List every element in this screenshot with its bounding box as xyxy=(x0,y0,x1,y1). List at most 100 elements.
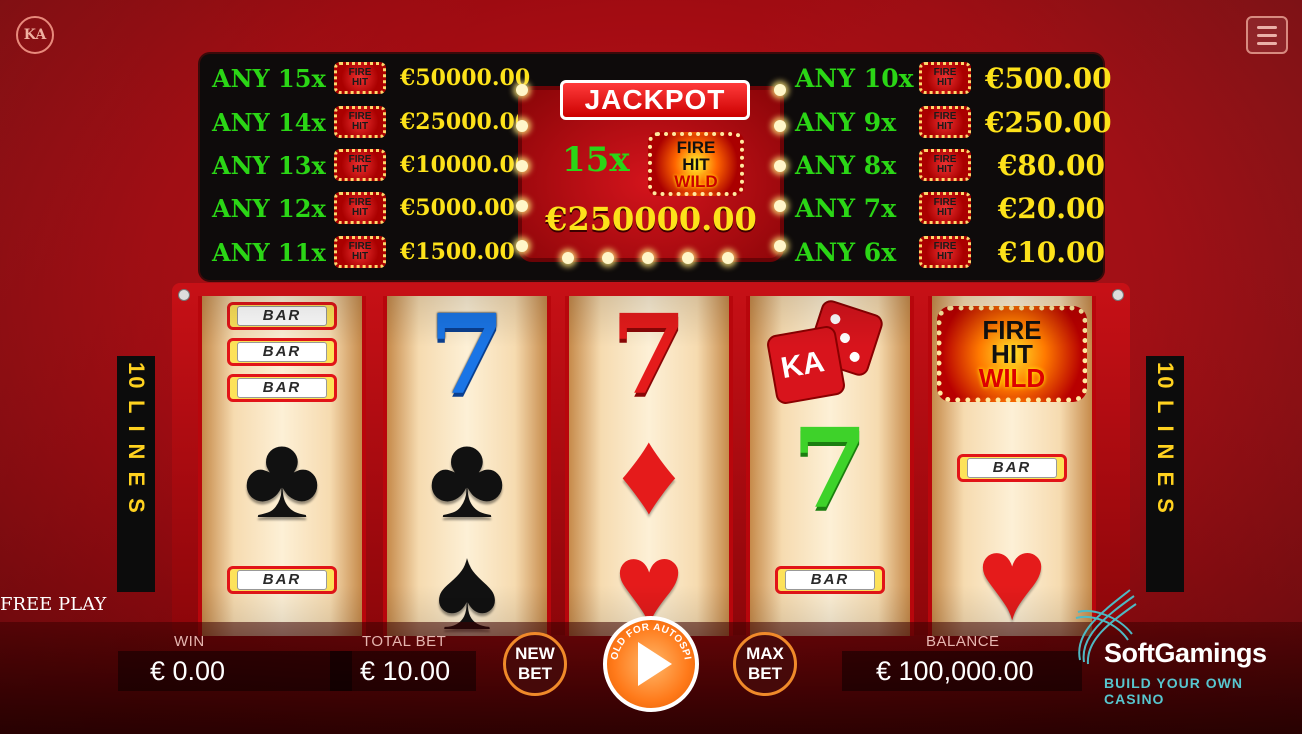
paytable-count: ANY 7x xyxy=(795,193,897,223)
svg-text:HOLD FOR AUTOSPIN: HOLD FOR AUTOSPIN xyxy=(603,616,693,661)
paytable-count: ANY 15x xyxy=(212,63,326,93)
paytable-row: ANY 12x FIRE HIT €5000.00 xyxy=(212,188,515,228)
reel-4: KA 7 BAR xyxy=(746,296,914,636)
balance-value: € 100,000.00 xyxy=(842,651,1082,691)
paytable-row: ANY 7x FIRE HIT €20.00 xyxy=(795,188,1105,228)
paytable-value: €10.00 xyxy=(997,235,1105,269)
reel-2: 7 ♣ ♠ xyxy=(383,296,551,636)
new-bet-button[interactable]: NEW BET xyxy=(503,632,567,696)
bulb-light xyxy=(516,160,528,172)
paytable-row: ANY 6x FIRE HIT €10.00 xyxy=(795,232,1105,272)
bulb-light xyxy=(516,120,528,132)
bar-symbol: BAR xyxy=(932,454,1092,482)
spade-symbol: ♠ xyxy=(435,523,499,636)
bar-symbol: BAR xyxy=(202,338,362,366)
balance-label: BALANCE xyxy=(926,633,1000,650)
hamburger-icon-line xyxy=(1257,33,1277,37)
bulb-light xyxy=(642,252,654,264)
bulb-light xyxy=(774,240,786,252)
max-bet-button[interactable]: MAX BET xyxy=(733,632,797,696)
screw-icon xyxy=(1112,289,1124,301)
jackpot-title: JACKPOT xyxy=(560,80,750,120)
provider-logo: KA xyxy=(16,16,54,54)
fire-hit-icon: FIRE HIT xyxy=(334,62,386,94)
bulb-light xyxy=(516,240,528,252)
hamburger-icon-line xyxy=(1257,41,1277,45)
bar-symbol: BAR xyxy=(750,566,910,594)
fire-hit-icon: FIRE HIT xyxy=(334,149,386,181)
paytable-value: €250.00 xyxy=(985,105,1112,139)
paytable-row: ANY 14x FIRE HIT €25000.00 xyxy=(212,102,530,142)
reel-3: 7 ♦ ♥ xyxy=(565,296,733,636)
jackpot-panel: JACKPOT 15x FIRE HIT WILD €250000.00 xyxy=(516,80,786,264)
fire-hit-wild-icon: FIRE HIT WILD xyxy=(648,132,744,196)
red-seven-symbol: 7 xyxy=(610,296,688,419)
free-play-label: FREE PLAY xyxy=(0,594,107,615)
bulb-light xyxy=(722,252,734,264)
bulb-light xyxy=(562,252,574,264)
hamburger-icon xyxy=(1257,25,1277,29)
bulb-light xyxy=(516,84,528,96)
paytable-value: €25000.00 xyxy=(400,109,531,135)
brand-tagline: BUILD YOUR OWN CASINO xyxy=(1104,675,1243,707)
bar-symbol: BAR xyxy=(202,374,362,402)
fire-hit-icon: FIRE HIT xyxy=(919,236,971,268)
fire-hit-icon: FIRE HIT xyxy=(919,192,971,224)
bar-symbol: BAR xyxy=(202,302,362,330)
lines-label-left: 10 LINES xyxy=(117,356,155,592)
bulb-light xyxy=(774,160,786,172)
bulb-light xyxy=(774,120,786,132)
paytable-row: ANY 8x FIRE HIT €80.00 xyxy=(795,145,1105,185)
fire-hit-icon: FIRE HIT xyxy=(334,106,386,138)
jackpot-count: 15x xyxy=(562,140,630,180)
bulb-light xyxy=(774,84,786,96)
total-bet-value: € 10.00 xyxy=(330,651,476,691)
bar-symbol: BAR xyxy=(202,566,362,594)
fire-hit-icon: FIRE HIT xyxy=(334,236,386,268)
win-label: WIN xyxy=(174,633,205,650)
reel-5: FIRE HIT WILD BAR ♥ xyxy=(928,296,1096,636)
paytable-value: €50000.00 xyxy=(400,65,531,91)
heart-symbol: ♥ xyxy=(976,513,1048,636)
paytable-row: ANY 11x FIRE HIT €1500.00 xyxy=(212,232,515,272)
paytable-count: ANY 13x xyxy=(212,150,326,180)
fire-hit-icon: FIRE HIT xyxy=(334,192,386,224)
total-bet-label: TOTAL BET xyxy=(362,633,447,650)
fire-hit-wild-symbol: FIRE HIT WILD xyxy=(932,306,1092,402)
bulb-light xyxy=(602,252,614,264)
paytable-value: €80.00 xyxy=(997,148,1105,182)
paytable-value: €5000.00 xyxy=(400,195,515,221)
paytable-value: €500.00 xyxy=(985,61,1112,95)
fire-hit-icon: FIRE HIT xyxy=(919,106,971,138)
win-value: € 0.00 xyxy=(118,651,352,691)
brand-name: SoftGamings xyxy=(1104,638,1267,668)
paytable-count: ANY 8x xyxy=(795,150,897,180)
paytable-count: ANY 11x xyxy=(212,237,326,267)
paytable-count: ANY 6x xyxy=(795,237,897,267)
dice-symbol: KA xyxy=(750,297,910,406)
paytable-row: ANY 10x FIRE HIT €500.00 xyxy=(795,58,1112,98)
jackpot-amount: €250000.00 xyxy=(545,200,757,238)
paytable-count: ANY 14x xyxy=(212,107,326,137)
autospin-hint: HOLD FOR AUTOSPIN xyxy=(603,616,693,661)
menu-button[interactable] xyxy=(1246,16,1288,54)
fire-hit-icon: FIRE HIT xyxy=(919,62,971,94)
paytable-value: €10000.00 xyxy=(400,152,531,178)
paytable-row: ANY 13x FIRE HIT €10000.00 xyxy=(212,145,530,185)
reel-1: BAR BAR BAR ♣ BAR xyxy=(198,296,366,636)
paytable-count: ANY 10x xyxy=(795,63,914,93)
green-seven-symbol: 7 xyxy=(791,404,869,533)
bulb-light xyxy=(682,252,694,264)
paytable-row: ANY 9x FIRE HIT €250.00 xyxy=(795,102,1112,142)
club-symbol: ♣ xyxy=(243,411,321,543)
paytable-value: €20.00 xyxy=(997,191,1105,225)
lines-label-right: 10 LINES xyxy=(1146,356,1184,592)
paytable-count: ANY 9x xyxy=(795,107,897,137)
paytable-row: ANY 15x FIRE HIT €50000.00 xyxy=(212,58,530,98)
club-symbol: ♣ xyxy=(428,411,506,543)
paytable-count: ANY 12x xyxy=(212,193,326,223)
diamond-symbol: ♦ xyxy=(618,407,680,539)
screw-icon xyxy=(178,289,190,301)
blue-seven-symbol: 7 xyxy=(428,296,506,419)
paytable-value: €1500.00 xyxy=(400,239,515,265)
